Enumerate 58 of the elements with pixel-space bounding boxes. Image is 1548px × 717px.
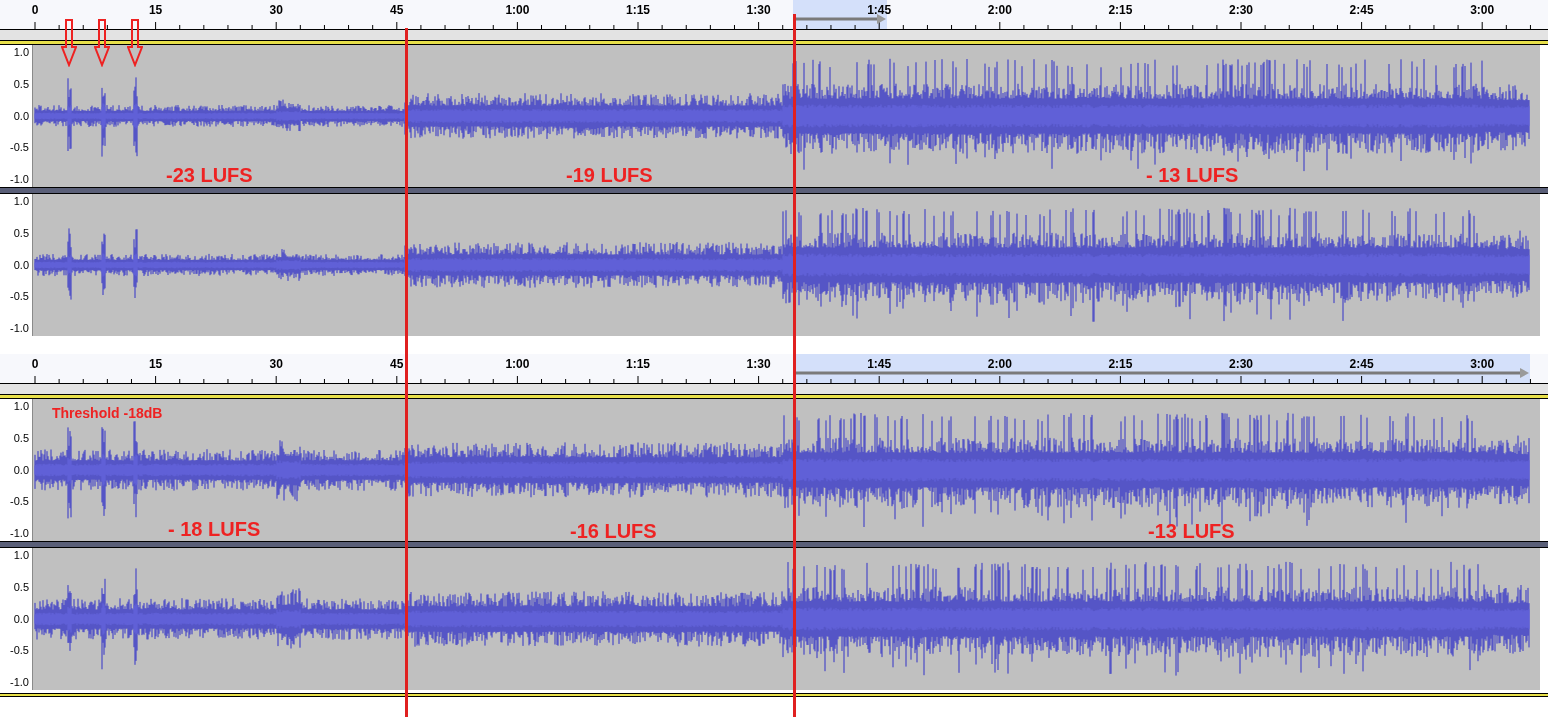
loudness-label: -16 LUFS <box>570 521 657 541</box>
axis-label: 0.0 <box>13 464 29 476</box>
ruler-tick-label: 2:15 <box>1108 358 1133 370</box>
axis-label: -0.5 <box>10 142 29 154</box>
ruler-tick-label: 1:00 <box>505 358 530 370</box>
axis-label: 1.0 <box>13 550 29 561</box>
axis-label: 0.0 <box>13 613 29 625</box>
loudness-label: - 13 LUFS <box>1146 165 1239 185</box>
axis-label: 0.5 <box>13 227 29 239</box>
ruler-tick-label: 1:30 <box>746 4 771 16</box>
ruler-tick-label: 2:30 <box>1229 4 1253 16</box>
ruler-tick-label: 0 <box>31 4 39 16</box>
ruler-tick-label: 2:00 <box>987 4 1012 16</box>
ruler-tick-label: 1:00 <box>505 4 530 16</box>
ruler-tick-label: 30 <box>269 4 283 16</box>
ruler-tick-label: 15 <box>148 358 163 370</box>
axis-label: -0.5 <box>10 496 29 508</box>
selection-arrow-icon <box>794 14 887 24</box>
axis-label: -0.5 <box>10 291 29 303</box>
arrow-icon <box>94 19 110 67</box>
axis-label: -0.5 <box>10 645 29 657</box>
ruler-tick-label: 30 <box>269 358 283 370</box>
loudness-label: -19 LUFS <box>566 165 653 185</box>
ruler-tick-label: 3:00 <box>1470 358 1495 370</box>
selection-arrow-icon <box>794 368 1530 378</box>
ruler-tick-label: 1:45 <box>867 4 892 16</box>
axis-label: 0.0 <box>13 259 29 271</box>
ruler-tick-label: 15 <box>148 4 163 16</box>
ruler-tick-label: 45 <box>390 4 404 16</box>
axis-label: 0.5 <box>13 432 29 444</box>
ruler-tick-label: 2:00 <box>987 358 1012 370</box>
ruler-tick-label: 2:15 <box>1108 4 1133 16</box>
axis-label: 1.0 <box>13 47 29 58</box>
ruler-tick-label: 1:15 <box>626 358 650 370</box>
axis-label: 0.5 <box>13 581 29 593</box>
ruler-tick-label: 1:15 <box>626 4 650 16</box>
ruler-tick-label: 1:30 <box>746 358 771 370</box>
ruler-tick-label: 2:45 <box>1349 4 1374 16</box>
axis-label: 0.0 <box>13 110 29 122</box>
axis-label: 1.0 <box>13 196 29 207</box>
loudness-label: - 18 LUFS <box>168 519 261 539</box>
ruler-tick-label: 45 <box>390 358 404 370</box>
arrow-icon <box>61 19 77 67</box>
threshold-note: Threshold -18dB <box>52 404 163 423</box>
axis-label: -1.0 <box>10 528 29 539</box>
loudness-label: -13 LUFS <box>1148 521 1235 541</box>
ruler-tick-label: 3:00 <box>1470 4 1495 16</box>
ruler-tick-label: 1:45 <box>867 358 892 370</box>
arrow-icon <box>127 19 143 67</box>
axis-label: 1.0 <box>13 401 29 412</box>
axis-label: -1.0 <box>10 677 29 688</box>
ruler-tick-label: 2:45 <box>1349 358 1374 370</box>
ruler-tick-label: 0 <box>31 358 39 370</box>
loudness-label: -23 LUFS <box>166 165 253 185</box>
axis-label: -1.0 <box>10 323 29 334</box>
axis-label: -1.0 <box>10 174 29 185</box>
axis-label: 0.5 <box>13 78 29 90</box>
ruler-tick-label: 2:30 <box>1229 358 1253 370</box>
